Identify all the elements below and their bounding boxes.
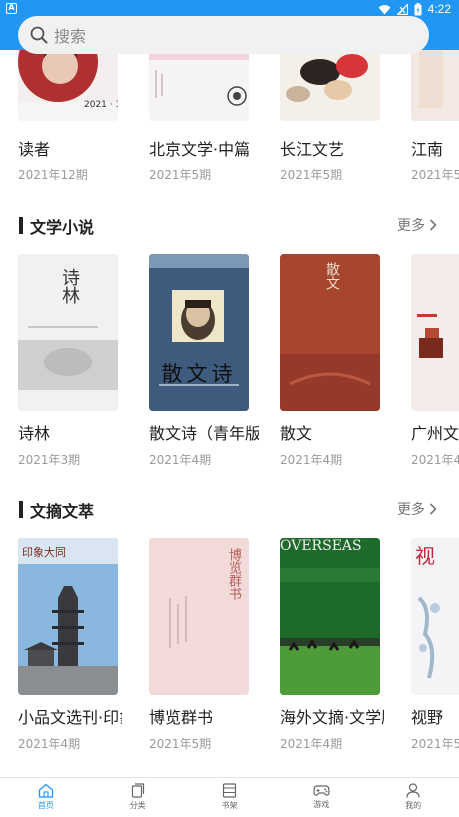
magazine-cover: 视 <box>411 538 459 695</box>
more-label: 更多 <box>397 218 425 234</box>
tab-label: 我的 <box>405 801 422 810</box>
more-button[interactable]: 更多 <box>397 499 437 519</box>
tab-games[interactable]: 游戏 <box>275 778 367 817</box>
tab-bookshelf[interactable]: 书架 <box>184 778 276 817</box>
magazine-cover <box>411 254 459 411</box>
magazine-title: 长江文艺 <box>280 140 345 159</box>
magazine-issue: 2021年4期 <box>280 737 343 751</box>
section-header-digest: 文摘文萃 更多 <box>0 496 459 524</box>
cover-title-text: 印象大同 <box>22 546 66 559</box>
magazine-cover: 诗林 <box>18 254 118 411</box>
magazine-title: 海外文摘·文学版 <box>280 708 384 727</box>
magazine-cover: OVERSEAS <box>280 538 380 695</box>
home-icon <box>38 783 54 798</box>
cover-image <box>411 50 459 121</box>
tab-profile[interactable]: 我的 <box>367 778 459 817</box>
magazine-title: 博览群书 <box>149 708 214 727</box>
magazine-cover: 散文诗 <box>149 254 249 411</box>
cover-image <box>280 50 380 121</box>
tab-home[interactable]: 首页 <box>0 778 92 817</box>
signal-icon <box>396 3 408 15</box>
content-scroll[interactable]: 2021 · 12 读者 2021年12期 北京文学·中篇 2021年5期 <box>0 50 459 777</box>
literature-row: 诗林 诗林 2021年3期 散文诗 散文诗（青年版） 2021年4期 <box>0 254 459 474</box>
category-icon <box>131 783 144 798</box>
tab-category[interactable]: 分类 <box>92 778 184 817</box>
gamepad-icon <box>313 785 330 796</box>
section-header-literature: 文学小说 更多 <box>0 212 459 240</box>
cover-title-text: 散文诗 <box>161 362 237 386</box>
cover-title-text: 散文 <box>324 262 340 290</box>
status-time: 4:22 <box>427 2 451 16</box>
magazine-title: 广州文艺 <box>411 424 459 443</box>
cover-image <box>18 538 118 695</box>
section-title: 文学小说 <box>30 218 95 237</box>
magazine-title: 江南 <box>411 140 444 159</box>
cover-issue-text: 2021 · 12 <box>84 100 118 110</box>
magazine-cover <box>280 50 380 121</box>
cover-title-text: OVERSEAS <box>280 538 362 554</box>
section-title: 文摘文萃 <box>30 502 95 521</box>
section-accent-bar <box>19 501 23 518</box>
tab-label: 首页 <box>37 801 54 810</box>
magazine-title: 散文 <box>280 424 313 443</box>
tab-label: 分类 <box>129 801 146 810</box>
cover-title-text: 视 <box>415 544 435 568</box>
notification-icon: A <box>6 3 17 14</box>
top-magazine-row: 2021 · 12 读者 2021年12期 北京文学·中篇 2021年5期 <box>0 50 459 190</box>
magazine-title: 北京文学·中篇 <box>149 140 251 159</box>
bookshelf-icon <box>222 783 237 798</box>
wifi-icon <box>378 4 391 14</box>
cover-image <box>411 254 459 411</box>
tab-label: 游戏 <box>313 800 330 809</box>
magazine-cover: 散文 <box>280 254 380 411</box>
section-accent-bar <box>19 217 23 234</box>
magazine-issue: 2021年12期 <box>18 168 88 182</box>
magazine-issue: 2021年3期 <box>18 453 81 467</box>
tab-label: 书架 <box>221 801 238 810</box>
magazine-issue: 2021年4期 <box>149 453 212 467</box>
magazine-issue: 2021年5期 <box>411 737 459 751</box>
magazine-issue: 2021年5期 <box>149 168 212 182</box>
magazine-title: 诗林 <box>18 424 51 443</box>
search-placeholder: 搜索 <box>54 27 87 46</box>
digest-row: 印象大同 小品文选刊·印象大同 2021年4期 博览群书 博览群书 2021年5… <box>0 538 459 758</box>
magazine-cover <box>149 50 249 121</box>
magazine-issue: 2021年4期 <box>18 737 81 751</box>
cover-image <box>18 50 118 121</box>
search-icon <box>30 26 48 44</box>
magazine-title: 视野 <box>411 708 444 727</box>
magazine-issue: 2021年4期 <box>411 453 459 467</box>
magazine-issue: 2021年5期 <box>411 168 459 182</box>
magazine-title: 小品文选刊·印象大同 <box>18 708 122 727</box>
magazine-issue: 2021年5期 <box>280 168 343 182</box>
magazine-cover <box>411 50 459 121</box>
cover-title-text: 博览群书 <box>226 548 241 600</box>
magazine-cover: 博览群书 <box>149 538 249 695</box>
magazine-cover: 2021 · 12 <box>18 50 118 121</box>
more-label: 更多 <box>397 502 425 518</box>
cover-title-text: 诗林 <box>59 268 80 304</box>
magazine-issue: 2021年4期 <box>280 453 343 467</box>
magazine-issue: 2021年5期 <box>149 737 212 751</box>
more-button[interactable]: 更多 <box>397 215 437 235</box>
magazine-title: 读者 <box>18 140 51 159</box>
cover-image <box>280 538 380 695</box>
battery-icon <box>414 2 422 15</box>
magazine-cover: 印象大同 <box>18 538 118 695</box>
search-bar[interactable]: 搜索 <box>18 16 429 54</box>
status-icons: 4:22 <box>378 2 451 16</box>
magazine-title: 散文诗（青年版） <box>149 424 259 443</box>
chevron-right-icon <box>429 503 437 515</box>
user-icon <box>406 783 420 798</box>
cover-image <box>149 50 249 121</box>
chevron-right-icon <box>429 219 437 231</box>
bottom-tab-bar: 首页 分类 书架 游戏 我的 <box>0 777 459 817</box>
